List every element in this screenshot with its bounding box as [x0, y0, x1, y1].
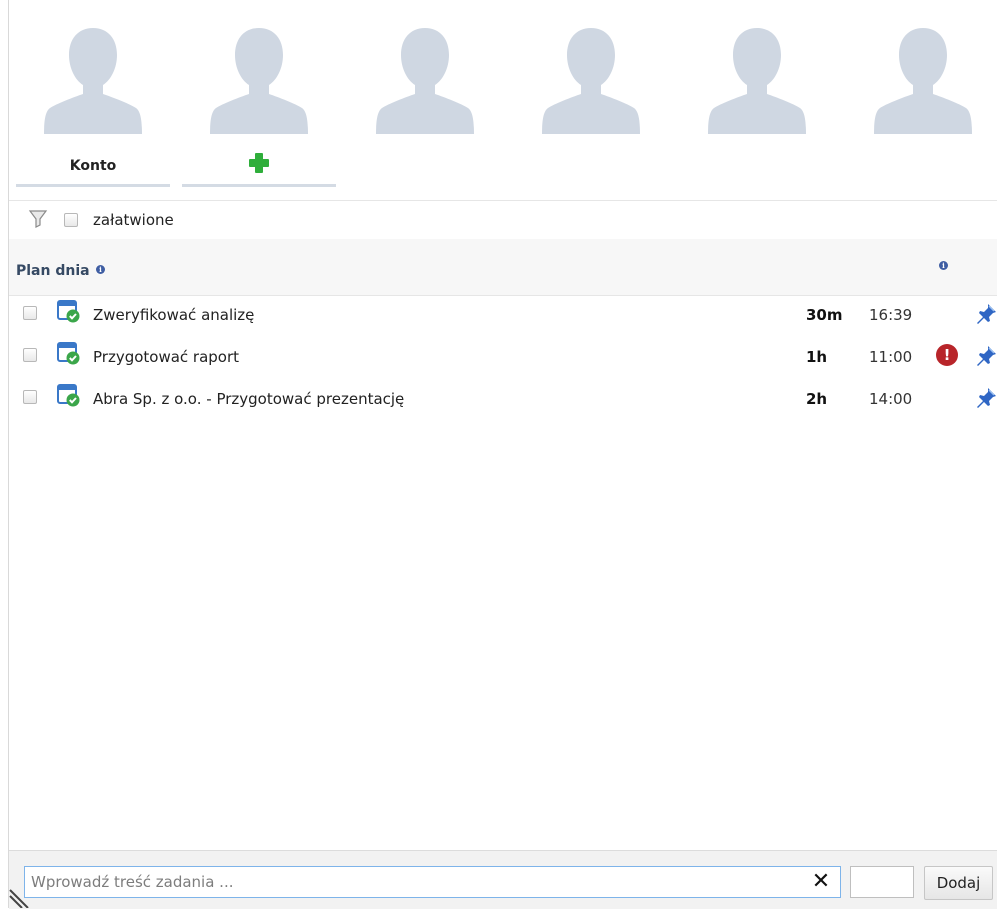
pin-icon[interactable]: [974, 344, 997, 368]
task-time: 16:39: [869, 306, 913, 324]
task-title[interactable]: Przygotować raport: [93, 348, 239, 366]
clear-icon[interactable]: ✕: [809, 867, 833, 897]
avatar-person-icon[interactable]: [542, 28, 640, 134]
alert-icon[interactable]: !: [936, 344, 958, 366]
plan-header: Plan dnia i i: [9, 239, 997, 296]
tab-konto-label: Konto: [69, 158, 117, 174]
avatar-person-icon[interactable]: [708, 28, 806, 134]
tab-add-account[interactable]: [182, 146, 336, 187]
task-title[interactable]: Zweryfikować analizę: [93, 306, 254, 324]
task-icon: [57, 342, 80, 365]
task-checkbox[interactable]: [23, 306, 37, 320]
task-list: Zweryfikować analizę 30m 16:39 Przygotow…: [9, 296, 997, 422]
pin-icon[interactable]: [974, 386, 997, 410]
avatar-person-icon[interactable]: [874, 28, 972, 134]
task-checkbox[interactable]: [23, 390, 37, 404]
resize-grip-icon[interactable]: [8, 880, 38, 908]
task-time: 14:00: [869, 390, 913, 408]
filter-bar: załatwione: [9, 200, 997, 240]
avatar-row: [0, 28, 997, 138]
plus-icon: [248, 152, 270, 174]
add-task-button[interactable]: Dodaj: [924, 866, 993, 900]
task-row[interactable]: Abra Sp. z o.o. - Przygotować prezentacj…: [9, 380, 997, 422]
avatar-person-icon[interactable]: [376, 28, 474, 134]
task-duration: 30m: [806, 306, 843, 324]
pin-icon[interactable]: [974, 302, 997, 326]
avatar-person-icon[interactable]: [210, 28, 308, 134]
done-filter-label: załatwione: [93, 211, 174, 229]
avatar-person-icon[interactable]: [44, 28, 142, 134]
task-icon: [57, 300, 80, 323]
filter-icon[interactable]: [28, 209, 48, 229]
task-title[interactable]: Abra Sp. z o.o. - Przygotować prezentacj…: [93, 390, 404, 408]
page-title: Plan dnia: [16, 263, 90, 279]
info-icon[interactable]: i: [96, 265, 105, 274]
task-content-input[interactable]: [24, 866, 841, 898]
duration-input[interactable]: [850, 866, 914, 898]
task-row[interactable]: Zweryfikować analizę 30m 16:39: [9, 296, 997, 338]
task-row[interactable]: Przygotować raport 1h 11:00 !: [9, 338, 997, 380]
tab-konto[interactable]: Konto: [16, 146, 170, 187]
task-checkbox[interactable]: [23, 348, 37, 362]
new-task-bar: ✕ Dodaj: [9, 850, 997, 909]
column-info-icon[interactable]: i: [939, 261, 948, 270]
done-filter-checkbox[interactable]: [64, 213, 78, 227]
task-icon: [57, 384, 80, 407]
task-duration: 1h: [806, 348, 828, 366]
task-duration: 2h: [806, 390, 828, 408]
task-time: 11:00: [869, 348, 913, 366]
